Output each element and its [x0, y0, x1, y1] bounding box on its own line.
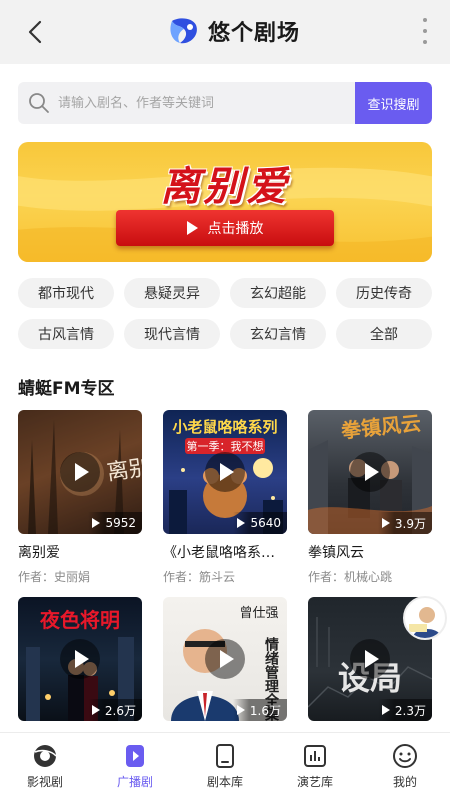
drama-cover[interactable]: 离别爱 5952: [18, 410, 142, 534]
play-count: 5640: [233, 512, 287, 534]
category-chip[interactable]: 古风言情: [18, 319, 114, 349]
play-mini-icon: [91, 705, 100, 715]
drama-author: 作者：史丽娟: [18, 570, 91, 584]
play-count-value: 2.3万: [394, 703, 426, 718]
chart-icon: [304, 745, 326, 767]
drama-author: 作者：机械心跳: [308, 570, 393, 584]
play-count: 2.3万: [377, 699, 432, 721]
cover-subtitle-text: 曾仕强: [239, 606, 278, 621]
drama-grid: 离别爱 5952 离别爱 作者：史丽娟 小老鼠咯咯系列 第一季：我不想 5640: [18, 410, 432, 721]
top-bar: 悠个剧场: [0, 0, 450, 64]
cover-title-text: 拳镇风云: [339, 411, 422, 443]
drama-cover[interactable]: 拳镇风云 3.9万: [308, 410, 432, 534]
search-icon: [29, 93, 49, 113]
drama-card[interactable]: 小老鼠咯咯系列 第一季：我不想 5640 《小老鼠咯咯系… 作者：筋斗云: [163, 410, 287, 585]
category-chip[interactable]: 现代言情: [124, 319, 220, 349]
bottom-nav: 影视剧 广播剧 剧本库 演艺库 我的: [0, 732, 450, 800]
banner-play-label: 点击播放: [207, 221, 264, 237]
category-chip[interactable]: 都市现代: [18, 278, 114, 308]
play-count: 1.6万: [232, 699, 287, 721]
back-arrow-icon[interactable]: [22, 18, 50, 46]
avatar-icon: [409, 607, 441, 638]
nav-item-performance[interactable]: 演艺库: [270, 733, 360, 800]
drama-cover[interactable]: 曾仕强 情绪管理全集 1.6万: [163, 597, 287, 721]
more-menu-icon[interactable]: [422, 18, 428, 44]
drama-card[interactable]: 拳镇风云 3.9万 拳镇风云 作者：机械心跳: [308, 410, 432, 585]
play-icon[interactable]: [205, 452, 245, 492]
film-icon: [34, 745, 57, 767]
app-logo-icon: [170, 18, 197, 44]
nav-item-film[interactable]: 影视剧: [0, 733, 90, 800]
nav-label: 影视剧: [26, 775, 63, 789]
floating-avatar[interactable]: [403, 596, 447, 640]
banner-title: 离别爱: [160, 164, 290, 210]
category-chip[interactable]: 玄幻超能: [230, 278, 326, 308]
smiley-icon: [393, 744, 417, 768]
category-chips: 都市现代 悬疑灵异 玄幻超能 历史传奇 古风言情 现代言情 玄幻言情 全部: [18, 278, 432, 349]
nav-item-radio-play[interactable]: 广播剧: [90, 733, 180, 800]
drama-title[interactable]: 《小老鼠咯咯系…: [163, 542, 287, 562]
drama-cover[interactable]: 小老鼠咯咯系列 第一季：我不想 5640: [163, 410, 287, 534]
cover-title-text: 夜色将明: [39, 608, 120, 632]
drama-cover[interactable]: 夜色将明 2.6万: [18, 597, 142, 721]
play-icon[interactable]: [350, 452, 390, 492]
drama-card[interactable]: 夜色将明 2.6万: [18, 597, 142, 721]
category-chip-all[interactable]: 全部: [336, 319, 432, 349]
category-chip[interactable]: 历史传奇: [336, 278, 432, 308]
drama-author: 作者：筋斗云: [163, 570, 236, 584]
nav-item-me[interactable]: 我的: [360, 733, 450, 800]
drama-card[interactable]: 离别爱 5952 离别爱 作者：史丽娟: [18, 410, 142, 585]
play-mini-icon: [381, 518, 390, 528]
search-bar: 查识搜剧: [18, 82, 432, 124]
banner-play-button[interactable]: 点击播放: [116, 210, 334, 246]
play-icon[interactable]: [205, 639, 245, 679]
play-count-value: 3.9万: [394, 516, 426, 531]
play-count-value: 1.6万: [249, 703, 281, 718]
search-button[interactable]: 查识搜剧: [355, 82, 432, 124]
category-chip[interactable]: 玄幻言情: [230, 319, 326, 349]
play-count: 3.9万: [377, 512, 432, 534]
drama-title[interactable]: 拳镇风云: [308, 542, 432, 562]
play-count-value: 5640: [250, 516, 281, 530]
section-title: 蜻蜓FM专区: [18, 379, 115, 399]
play-icon[interactable]: [350, 639, 390, 679]
featured-banner[interactable]: 离别爱 点击播放: [18, 142, 432, 262]
nav-item-script[interactable]: 剧本库: [180, 733, 270, 800]
play-count-value: 5952: [105, 516, 136, 530]
drama-title[interactable]: 离别爱: [18, 542, 142, 562]
radio-play-icon: [126, 745, 144, 767]
nav-label: 演艺库: [296, 775, 333, 789]
category-chip[interactable]: 悬疑灵异: [124, 278, 220, 308]
play-icon[interactable]: [60, 639, 100, 679]
play-mini-icon: [381, 705, 390, 715]
play-count-value: 2.6万: [104, 703, 136, 718]
app-brand: 悠个剧场: [168, 13, 300, 49]
cover-title-text: 小老鼠咯咯系列: [172, 418, 277, 436]
cover-subtitle-text: 第一季：我不想: [187, 439, 264, 453]
brand-name: 悠个剧场: [208, 21, 301, 46]
drama-card[interactable]: 曾仕强 情绪管理全集 1.6万: [163, 597, 287, 721]
play-mini-icon: [236, 705, 245, 715]
nav-label: 剧本库: [206, 775, 243, 789]
play-mini-icon: [92, 518, 101, 528]
play-icon: [186, 221, 198, 235]
nav-label: 我的: [392, 775, 417, 789]
play-count: 5952: [88, 512, 142, 534]
play-icon[interactable]: [60, 452, 100, 492]
search-input[interactable]: [58, 82, 358, 124]
nav-label: 广播剧: [116, 775, 153, 789]
script-icon: [216, 744, 234, 768]
play-mini-icon: [237, 518, 246, 528]
play-count: 2.6万: [87, 699, 142, 721]
